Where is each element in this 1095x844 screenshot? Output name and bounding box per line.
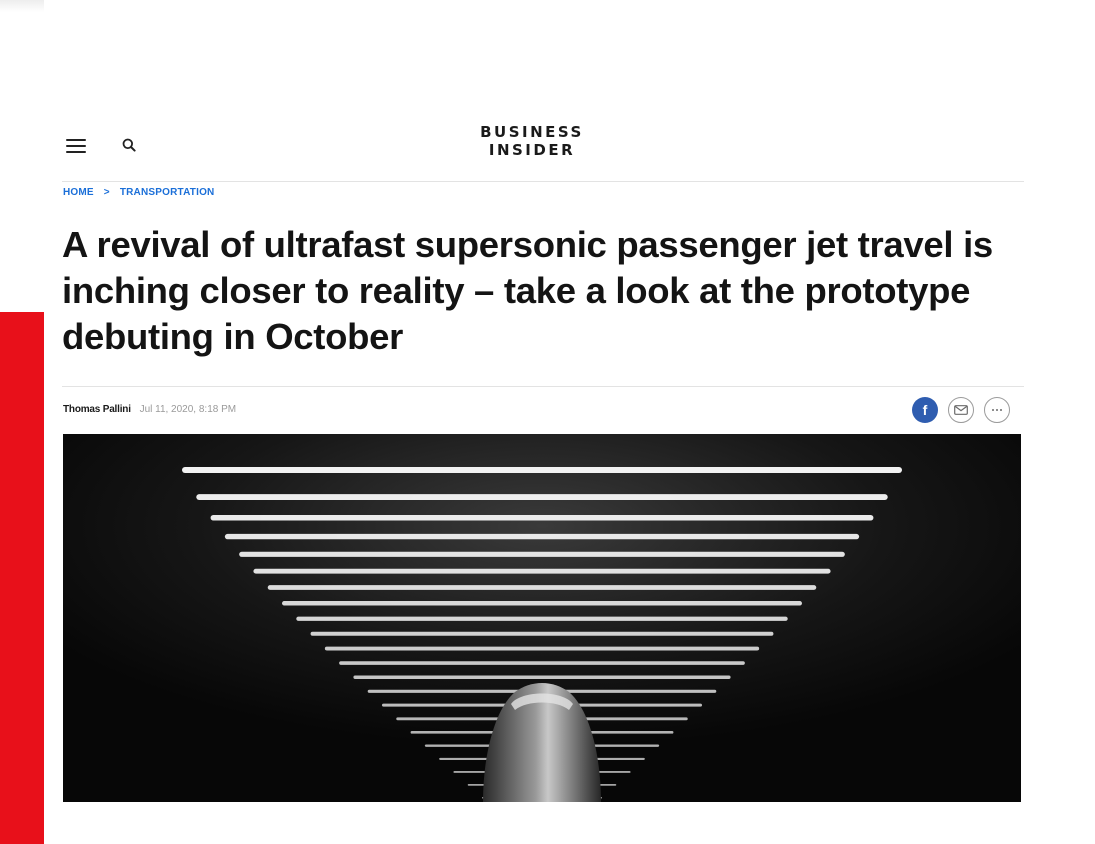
email-icon — [954, 405, 968, 415]
red-accent-bar — [0, 312, 44, 844]
business-insider-logo[interactable]: BUSINESS INSIDER — [442, 123, 622, 159]
ceiling-light-bar — [267, 585, 817, 590]
ceiling-light-bar — [210, 514, 874, 521]
logo-line-2: INSIDER — [488, 141, 576, 159]
email-share-button[interactable] — [948, 397, 974, 423]
ceiling-light-bar — [282, 601, 802, 606]
ceiling-light-bar — [296, 616, 788, 621]
ceiling-light-bar — [182, 467, 902, 473]
breadcrumb-home-link[interactable]: HOME — [63, 187, 94, 198]
header-divider — [62, 181, 1024, 182]
ceiling-light-bar — [310, 631, 774, 636]
more-options-icon — [992, 409, 1002, 411]
logo-line-1: BUSINESS — [480, 123, 584, 141]
breadcrumb: HOME > TRANSPORTATION — [63, 187, 214, 198]
hero-illustration — [63, 434, 1021, 802]
ceiling-light-bar — [353, 675, 731, 679]
more-share-options-button[interactable] — [984, 397, 1010, 423]
headline-divider — [62, 386, 1024, 387]
article-headline: A revival of ultrafast supersonic passen… — [62, 224, 993, 357]
article-card: BUSINESS INSIDER HOME > TRANSPORTATION A… — [44, 0, 1095, 844]
author-name[interactable]: Thomas Pallini — [63, 404, 131, 415]
search-icon[interactable] — [122, 138, 136, 152]
hamburger-menu-icon[interactable] — [66, 139, 86, 153]
facebook-share-button[interactable]: f — [912, 397, 938, 423]
breadcrumb-separator: > — [103, 187, 110, 198]
ceiling-light-bar — [253, 568, 831, 574]
ceiling-light-bar — [196, 494, 888, 500]
ceiling-light-bar — [324, 646, 760, 651]
byline: Thomas Pallini Jul 11, 2020, 8:18 PM — [63, 404, 236, 415]
breadcrumb-transportation-link[interactable]: TRANSPORTATION — [120, 187, 215, 198]
ceiling-light-bar — [339, 661, 745, 665]
ceiling-light-bar — [224, 533, 860, 540]
hero-image — [63, 434, 1021, 802]
screenshot-stage: BUSINESS INSIDER HOME > TRANSPORTATION A… — [0, 0, 1095, 844]
ceiling-light-bar — [239, 551, 845, 557]
facebook-icon: f — [922, 402, 928, 418]
publish-timestamp: Jul 11, 2020, 8:18 PM — [139, 404, 237, 415]
